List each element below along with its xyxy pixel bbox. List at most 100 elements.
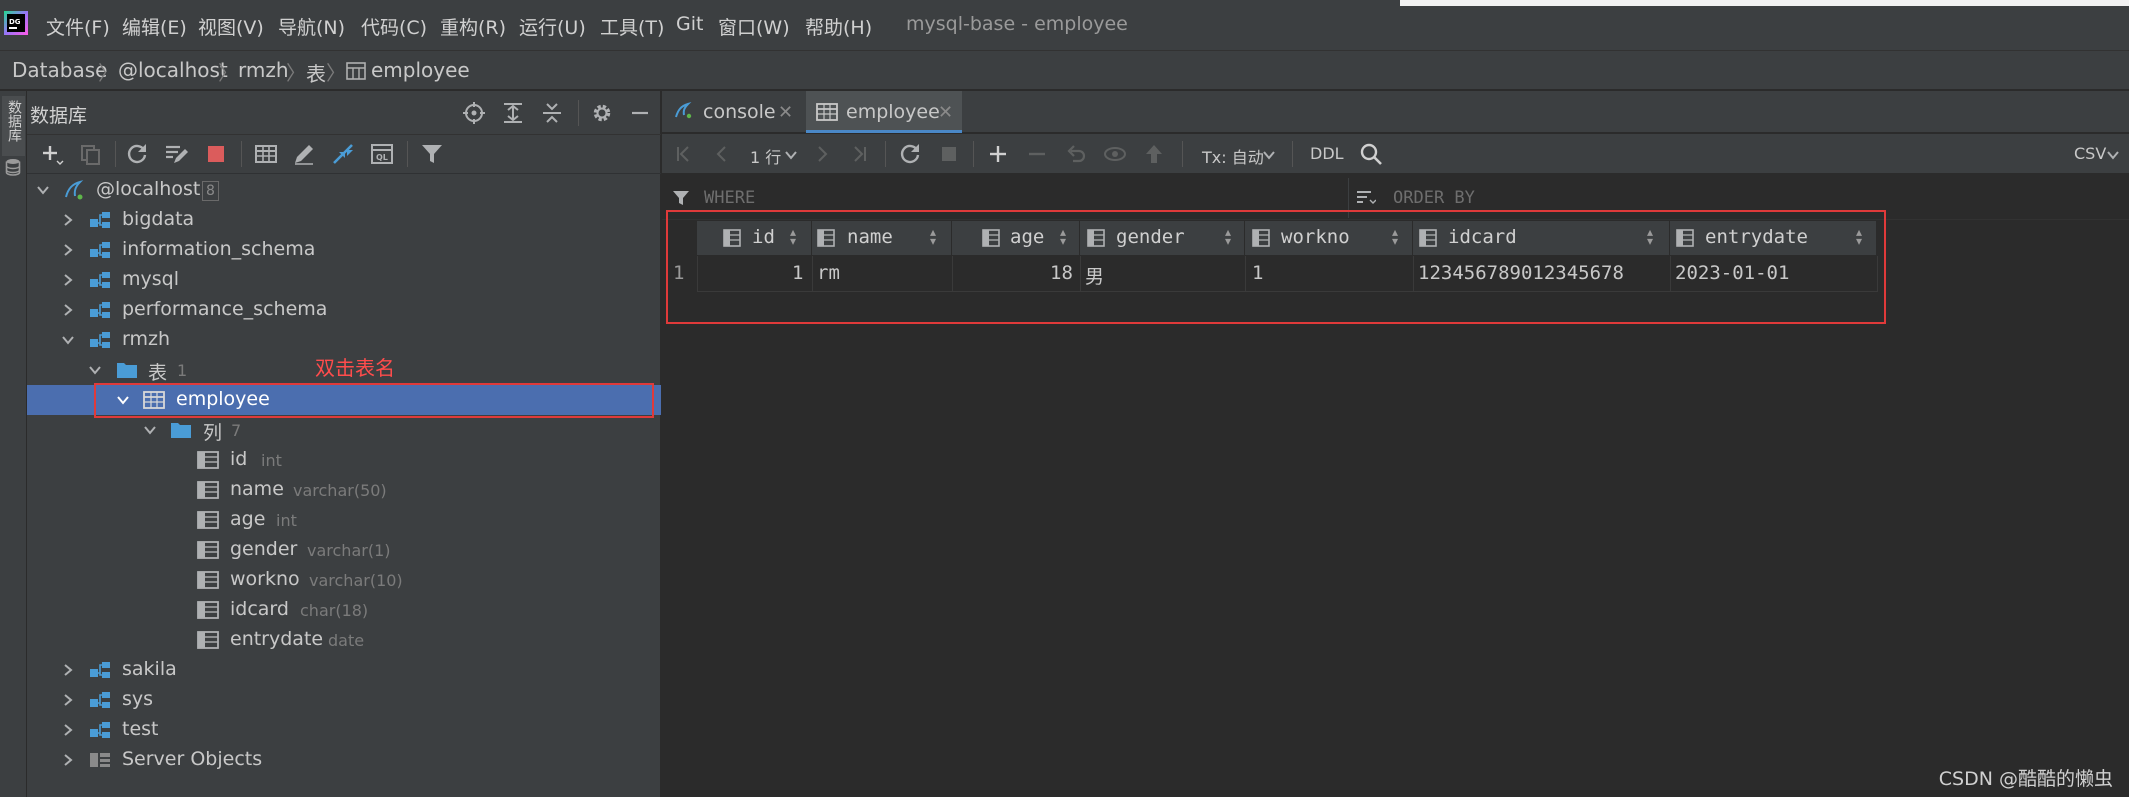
tree-node-server-objects[interactable]: Server Objects bbox=[27, 745, 661, 775]
menu-file[interactable]: 文件(F) bbox=[46, 13, 110, 40]
menu-navigate[interactable]: 导航(N) bbox=[278, 13, 345, 40]
tree-node-label: test bbox=[122, 718, 159, 740]
breadcrumb-database[interactable]: Database bbox=[12, 58, 107, 82]
chevron-right-icon[interactable] bbox=[60, 662, 76, 678]
copy-icon[interactable] bbox=[78, 142, 102, 166]
chevron-right-icon[interactable] bbox=[60, 302, 76, 318]
menu-refactor[interactable]: 重构(R) bbox=[440, 13, 506, 40]
next-page-icon[interactable] bbox=[810, 142, 834, 166]
breadcrumb-table[interactable]: employee bbox=[371, 58, 470, 82]
toolbar-separator bbox=[241, 141, 242, 167]
menu-run[interactable]: 运行(U) bbox=[519, 13, 586, 40]
chevron-right-icon[interactable] bbox=[60, 242, 76, 258]
chevron-down-icon[interactable] bbox=[1262, 148, 1276, 162]
tree-node-label: age bbox=[230, 508, 266, 530]
jump-to-query-icon[interactable] bbox=[331, 142, 355, 166]
tree-node-column[interactable]: id int bbox=[27, 445, 661, 475]
last-page-icon[interactable] bbox=[847, 142, 871, 166]
expand-all-icon[interactable] bbox=[501, 101, 525, 125]
menu-window[interactable]: 窗口(W) bbox=[718, 13, 790, 40]
tree-node-column[interactable]: age int bbox=[27, 505, 661, 535]
breadcrumb-tables[interactable]: 表 bbox=[306, 58, 326, 87]
table-icon bbox=[816, 102, 838, 122]
tree-node-localhost[interactable]: @localhost 8 bbox=[27, 175, 661, 205]
tree-node-label: entrydate bbox=[230, 628, 324, 650]
tree-node-column[interactable]: name varchar(50) bbox=[27, 475, 661, 505]
schema-edit-icon[interactable] bbox=[164, 142, 188, 166]
tree-node-schema[interactable]: information_schema bbox=[27, 235, 661, 265]
menu-git[interactable]: Git bbox=[676, 13, 703, 35]
database-icon[interactable] bbox=[5, 158, 21, 176]
annotation-highlight-box bbox=[94, 383, 654, 418]
query-console-icon[interactable]: QL bbox=[370, 142, 394, 166]
first-page-icon[interactable] bbox=[672, 142, 696, 166]
stop-icon[interactable] bbox=[204, 142, 228, 166]
filter-icon[interactable] bbox=[672, 189, 690, 207]
column-type: int bbox=[261, 451, 282, 470]
revert-icon[interactable] bbox=[1064, 142, 1088, 166]
refresh-icon[interactable] bbox=[125, 142, 149, 166]
breadcrumb-localhost[interactable]: @localhost bbox=[118, 58, 228, 82]
chevron-right-icon[interactable] bbox=[60, 752, 76, 768]
order-by-input[interactable]: ORDER BY bbox=[1393, 188, 1475, 208]
chevron-down-icon[interactable] bbox=[784, 148, 798, 162]
tree-node-column[interactable]: idcard char(18) bbox=[27, 595, 661, 625]
locate-icon[interactable] bbox=[462, 101, 486, 125]
where-filter-input[interactable]: WHERE bbox=[704, 188, 755, 208]
menu-help[interactable]: 帮助(H) bbox=[805, 13, 872, 40]
tree-node-schema[interactable]: sakila bbox=[27, 655, 661, 685]
chevron-right-icon[interactable] bbox=[60, 722, 76, 738]
tree-node-label: gender bbox=[230, 538, 298, 560]
tree-node-schema-rmzh[interactable]: rmzh bbox=[27, 325, 661, 355]
menu-tools[interactable]: 工具(T) bbox=[600, 13, 664, 40]
menu-code[interactable]: 代码(C) bbox=[361, 13, 427, 40]
export-format-selector[interactable]: CSV bbox=[2074, 144, 2106, 163]
sort-icon[interactable] bbox=[1356, 189, 1376, 207]
transaction-mode-selector[interactable]: Tx: 自动 bbox=[1202, 144, 1264, 168]
tab-employee[interactable]: employee ✕ bbox=[806, 91, 962, 133]
breadcrumb-schema[interactable]: rmzh bbox=[238, 58, 289, 82]
tree-node-schema[interactable]: performance_schema bbox=[27, 295, 661, 325]
chevron-down-icon[interactable] bbox=[87, 362, 103, 378]
tree-node-columns-folder[interactable]: 列 7 bbox=[27, 415, 661, 445]
stop-icon[interactable] bbox=[937, 142, 961, 166]
collapse-all-icon[interactable] bbox=[540, 101, 564, 125]
close-icon[interactable]: ✕ bbox=[778, 102, 793, 123]
menu-view[interactable]: 视图(V) bbox=[198, 13, 264, 40]
chevron-down-icon[interactable] bbox=[35, 182, 51, 198]
folder-icon bbox=[116, 360, 138, 380]
add-icon[interactable] bbox=[40, 142, 64, 166]
submit-icon[interactable] bbox=[1142, 142, 1166, 166]
chevron-down-icon[interactable] bbox=[142, 422, 158, 438]
tree-node-schema[interactable]: test bbox=[27, 715, 661, 745]
tree-node-schema[interactable]: sys bbox=[27, 685, 661, 715]
chevron-right-icon[interactable] bbox=[60, 212, 76, 228]
add-row-icon[interactable] bbox=[986, 142, 1010, 166]
rows-count-selector[interactable]: 1 行 bbox=[750, 144, 781, 168]
delete-row-icon[interactable] bbox=[1025, 142, 1049, 166]
chevron-right-icon[interactable] bbox=[60, 692, 76, 708]
hide-panel-icon[interactable] bbox=[628, 101, 652, 125]
column-type: varchar(50) bbox=[293, 481, 387, 500]
settings-gear-icon[interactable] bbox=[590, 101, 614, 125]
search-icon[interactable] bbox=[1359, 142, 1383, 166]
tree-node-column[interactable]: workno varchar(10) bbox=[27, 565, 661, 595]
tree-node-column[interactable]: entrydate date bbox=[27, 625, 661, 655]
ddl-button[interactable]: DDL bbox=[1310, 144, 1344, 163]
chevron-down-icon[interactable] bbox=[60, 332, 76, 348]
previous-page-icon[interactable] bbox=[710, 142, 734, 166]
filter-icon[interactable] bbox=[420, 142, 444, 166]
database-tool-tab-label: 数据库 bbox=[6, 100, 22, 142]
table-editor-icon[interactable] bbox=[254, 142, 278, 166]
tree-node-schema[interactable]: mysql bbox=[27, 265, 661, 295]
preview-changes-icon[interactable] bbox=[1103, 142, 1127, 166]
tree-node-column[interactable]: gender varchar(1) bbox=[27, 535, 661, 565]
menu-edit[interactable]: 编辑(E) bbox=[122, 13, 187, 40]
close-icon[interactable]: ✕ bbox=[938, 102, 953, 123]
tab-console[interactable]: console ✕ bbox=[662, 91, 806, 133]
tree-node-schema[interactable]: bigdata bbox=[27, 205, 661, 235]
chevron-down-icon[interactable] bbox=[2106, 148, 2120, 162]
refresh-icon[interactable] bbox=[898, 142, 922, 166]
chevron-right-icon[interactable] bbox=[60, 272, 76, 288]
edit-pencil-icon[interactable] bbox=[292, 142, 316, 166]
